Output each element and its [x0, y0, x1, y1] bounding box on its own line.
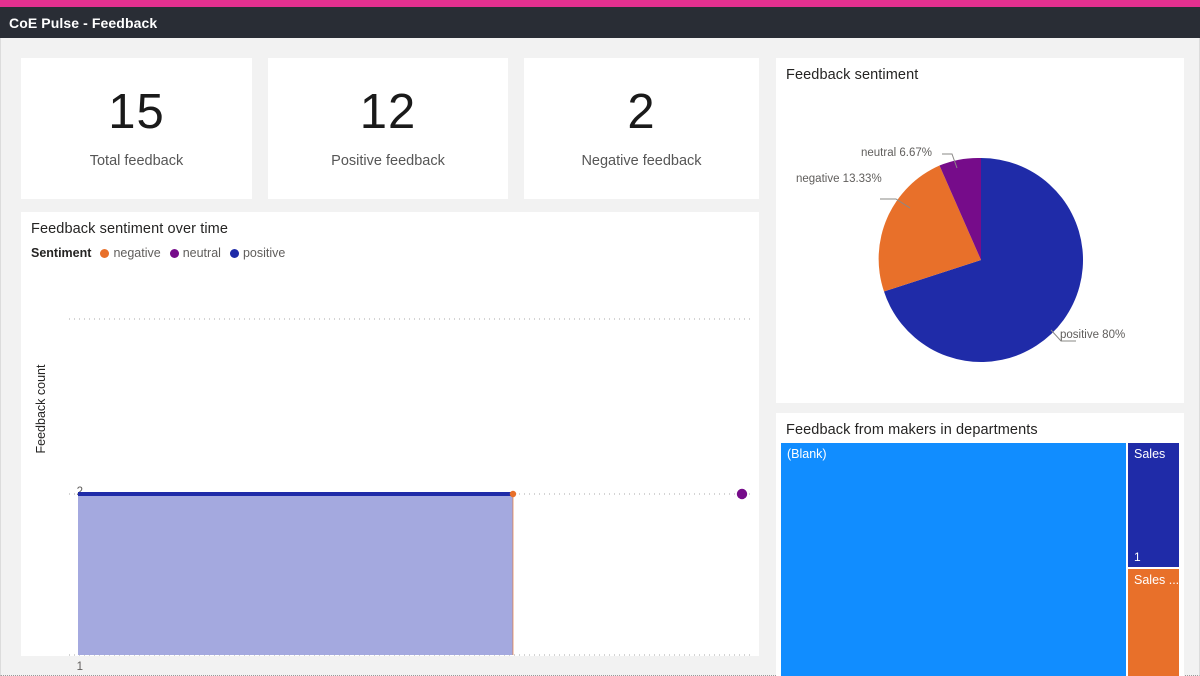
chart-title: Feedback from makers in departments: [786, 422, 1038, 438]
y-tick-label: 1: [76, 661, 83, 673]
kpi-label: Positive feedback: [331, 153, 445, 169]
kpi-value: 2: [627, 85, 656, 139]
pie-label-neutral: neutral 6.67%: [861, 147, 932, 159]
kpi-label: Total feedback: [89, 153, 184, 169]
kpi-value: 15: [108, 85, 165, 139]
treemap-cell-label: (Blank): [787, 447, 827, 461]
treemap-cell-sales-truncated[interactable]: Sales ... 1: [1128, 569, 1179, 676]
kpi-value: 12: [359, 85, 417, 139]
pie-chart-svg: [878, 153, 1084, 362]
chart-feedback-sentiment-over-time[interactable]: Feedback sentiment over time Sentiment n…: [21, 212, 759, 673]
treemap-area: (Blank) 13 Sales 1 Sales ... 1: [781, 443, 1179, 676]
treemap-cell-sales[interactable]: Sales 1: [1128, 443, 1179, 567]
title-bar: CoE Pulse - Feedback: [0, 7, 1200, 38]
treemap-cell-blank[interactable]: (Blank) 13: [781, 443, 1126, 676]
chart-feedback-from-makers-in-departments[interactable]: Feedback from makers in departments (Bla…: [776, 413, 1184, 676]
kpi-label: Negative feedback: [581, 153, 702, 169]
treemap-cell-label: Sales: [1134, 447, 1166, 461]
area-chart-svg: [69, 318, 751, 656]
data-point-neutral: [736, 488, 748, 500]
area-fill-positive: [78, 495, 513, 655]
plot-area: Feedback count 2 1 0 15 Feb 00:00 15 Feb…: [21, 212, 759, 673]
kpi-card-total-feedback[interactable]: 15 Total feedback: [21, 58, 252, 199]
accent-bar: [0, 0, 1200, 7]
kpi-card-negative-feedback[interactable]: 2 Negative feedback: [524, 58, 759, 199]
app-title: CoE Pulse - Feedback: [9, 14, 158, 31]
pie-label-positive: positive 80%: [1060, 329, 1126, 341]
pie-label-negative: negative 13.33%: [796, 173, 882, 185]
treemap-cell-value: 1: [1134, 550, 1141, 564]
dashboard-root: CoE Pulse - Feedback 15 Total feedback 1…: [0, 0, 1200, 676]
report-canvas: 15 Total feedback 12 Positive feedback 2…: [0, 38, 1200, 676]
data-point-negative: [509, 490, 517, 498]
treemap-cell-label: Sales ...: [1134, 573, 1179, 587]
chart-feedback-sentiment-pie[interactable]: Feedback sentiment neutral 6.67% negativ…: [776, 58, 1184, 403]
kpi-card-positive-feedback[interactable]: 12 Positive feedback: [268, 58, 508, 199]
